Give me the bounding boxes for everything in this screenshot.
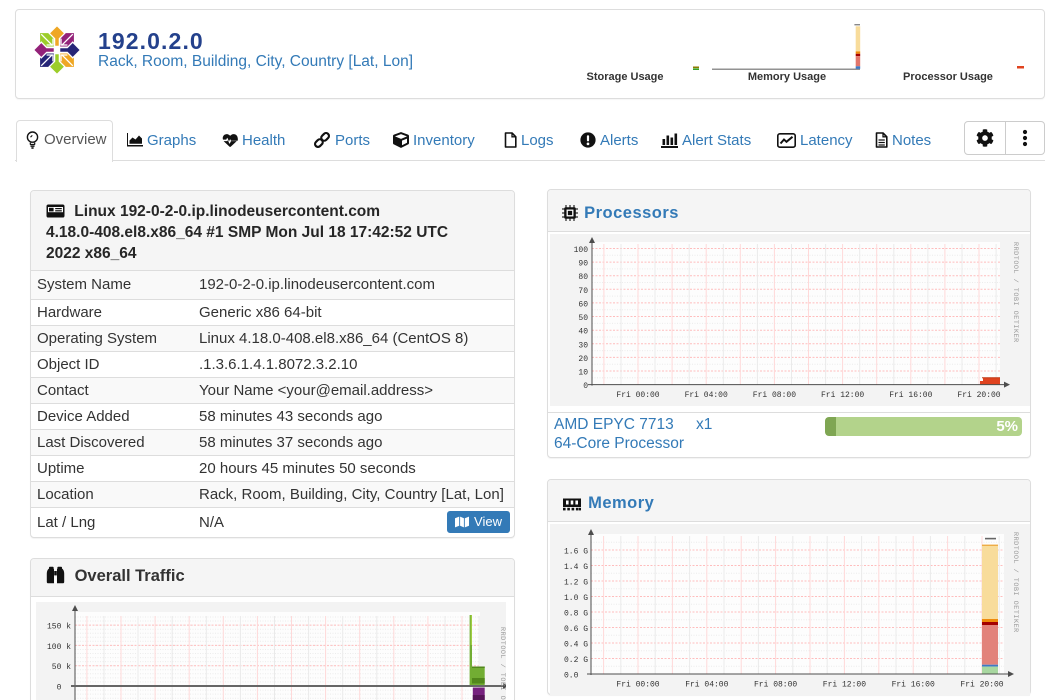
svg-text:30: 30 xyxy=(578,341,588,350)
svg-text:90: 90 xyxy=(578,260,588,269)
svg-text:RRDTOOL / TOBI OETIKER: RRDTOOL / TOBI OETIKER xyxy=(1011,242,1019,343)
svg-text:1.2 G: 1.2 G xyxy=(564,579,588,588)
svg-text:80: 80 xyxy=(578,273,588,282)
svg-text:0.2 G: 0.2 G xyxy=(564,656,588,665)
svg-text:Fri 00:00: Fri 00:00 xyxy=(616,681,659,690)
svg-text:Fri 20:00: Fri 20:00 xyxy=(957,391,1000,400)
svg-text:Fri 00:00: Fri 00:00 xyxy=(616,391,659,400)
svg-text:Fri 04:00: Fri 04:00 xyxy=(685,391,728,400)
svg-text:RRDTOOL / TOBI OETIKER: RRDTOOL / TOBI OETIKER xyxy=(1011,532,1019,633)
svg-text:0.6 G: 0.6 G xyxy=(564,625,588,634)
svg-text:100 k: 100 k xyxy=(47,643,71,652)
svg-text:10: 10 xyxy=(578,369,588,378)
svg-text:Fri 12:00: Fri 12:00 xyxy=(823,681,866,690)
svg-text:1.4 G: 1.4 G xyxy=(564,563,588,572)
svg-text:Fri 12:00: Fri 12:00 xyxy=(821,391,864,400)
svg-text:0.8 G: 0.8 G xyxy=(564,610,588,619)
svg-text:150 k: 150 k xyxy=(47,623,71,632)
svg-text:Fri 16:00: Fri 16:00 xyxy=(892,681,935,690)
svg-text:0: 0 xyxy=(583,382,588,391)
svg-text:50: 50 xyxy=(578,314,588,323)
svg-text:50 k: 50 k xyxy=(52,663,71,672)
svg-text:0: 0 xyxy=(57,684,62,693)
svg-text:100: 100 xyxy=(574,246,589,255)
svg-text:Fri 16:00: Fri 16:00 xyxy=(889,391,932,400)
svg-text:Fri 20:00: Fri 20:00 xyxy=(960,681,1003,690)
svg-text:1.0 G: 1.0 G xyxy=(564,594,588,603)
svg-text:Fri 08:00: Fri 08:00 xyxy=(754,681,797,690)
svg-text:40: 40 xyxy=(578,328,588,337)
svg-text:1.6 G: 1.6 G xyxy=(564,548,588,557)
svg-text:60: 60 xyxy=(578,300,588,309)
svg-text:20: 20 xyxy=(578,355,588,364)
svg-text:0.4 G: 0.4 G xyxy=(564,641,588,650)
svg-text:Fri 04:00: Fri 04:00 xyxy=(685,681,728,690)
svg-text:70: 70 xyxy=(578,287,588,296)
svg-text:0.0: 0.0 xyxy=(564,672,579,681)
svg-text:RRDTOOL / TOBI OETIKER: RRDTOOL / TOBI OETIKER xyxy=(498,627,506,700)
svg-text:Fri 08:00: Fri 08:00 xyxy=(753,391,796,400)
